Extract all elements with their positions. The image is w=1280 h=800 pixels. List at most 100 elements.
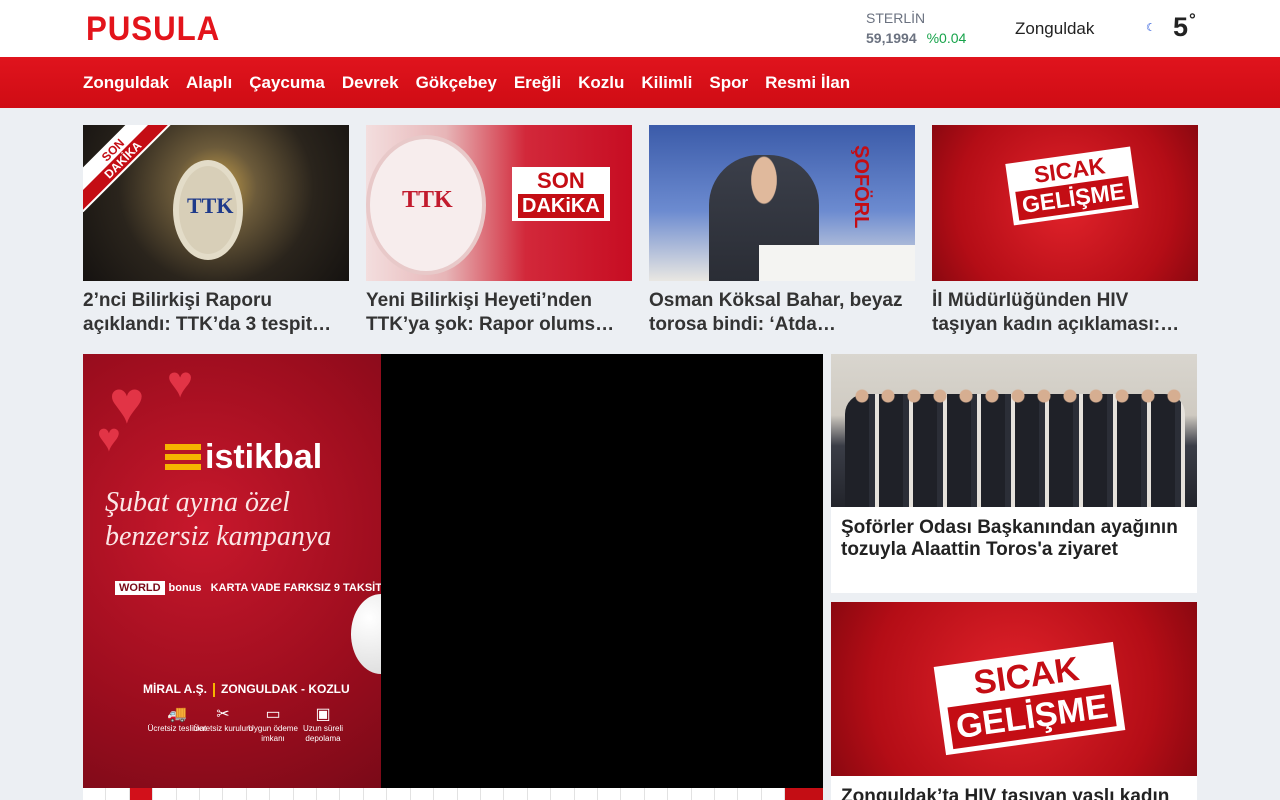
news-thumbnail[interactable]: SICAK GELİŞME [932, 125, 1198, 281]
badge-line-1: SON [537, 168, 585, 193]
storage-icon: ▣ [315, 706, 331, 723]
pager-dot[interactable] [411, 788, 435, 800]
pager-dot[interactable] [645, 788, 669, 800]
slogan-line-2: benzersiz kampanya [105, 521, 332, 552]
currency-change: %0.04 [926, 30, 967, 46]
pager-dot[interactable] [762, 788, 786, 800]
pager-dot[interactable] [575, 788, 598, 800]
nav-item-gokcebey[interactable]: Gökçebey [416, 73, 497, 93]
pager-next-button[interactable] [785, 788, 824, 800]
news-title[interactable]: 2’nci Bilirkişi Raporu açıklandı: TTK’da… [83, 289, 349, 337]
main-nav: Zonguldak Alaplı Çaycuma Devrek Gökçebey… [0, 57, 1280, 108]
pager-dot[interactable] [551, 788, 575, 800]
pager-dot[interactable] [692, 788, 715, 800]
group-photo [845, 394, 1185, 507]
nav-item-caycuma[interactable]: Çaycuma [249, 73, 325, 93]
nav-item-spor[interactable]: Spor [709, 73, 748, 93]
currency-value: 59,1994 [866, 30, 917, 46]
pager-dot[interactable] [223, 788, 247, 800]
side-story[interactable]: Şoförler Odası Başkanından ayağının tozu… [831, 354, 1197, 593]
slogan-line-1: Şubat ayına özel [105, 487, 291, 518]
pager-dot[interactable] [340, 788, 364, 800]
moon-icon: ☾ [1146, 22, 1156, 34]
currency-value-row: 59,1994 %0.04 [866, 30, 966, 46]
pager-dot-active[interactable] [129, 788, 154, 800]
top-news-cards: TTK SON DAKİKA 2’nci Bilirkişi Raporu aç… [83, 125, 1198, 337]
pager-dot[interactable] [481, 788, 505, 800]
pager-dot[interactable] [434, 788, 458, 800]
pager-dot[interactable] [270, 788, 294, 800]
badge-line-2: GELİŞME [1015, 176, 1132, 221]
pager-dot[interactable] [364, 788, 388, 800]
story-title[interactable]: Şoförler Odası Başkanından ayağının tozu… [831, 507, 1197, 561]
bonus-label: bonus [168, 582, 202, 594]
ad-company: MİRAL A.Ş. ZONGULDAK - KOZLU [143, 682, 350, 697]
pager-dot[interactable] [247, 788, 271, 800]
world-card-label: WORLD [115, 581, 165, 595]
nav-item-eregli[interactable]: Ereğli [514, 73, 561, 93]
promo-text: KARTA VADE FARKSIZ 9 TAKSİT [210, 582, 381, 594]
pager-dot[interactable] [83, 788, 107, 800]
nav-item-kozlu[interactable]: Kozlu [578, 73, 624, 93]
news-title[interactable]: Osman Köksal Bahar, beyaz torosa bindi: … [649, 289, 915, 337]
pager-dot[interactable] [387, 788, 411, 800]
company-name: MİRAL A.Ş. [143, 682, 208, 696]
video-player[interactable] [381, 354, 823, 788]
site-logo[interactable]: PUSULA [86, 10, 220, 48]
heart-icon: ♥ [167, 358, 194, 407]
sicak-gelisme-badge: SICAK GELİŞME [933, 641, 1126, 756]
ad-slogan: Şubat ayına özel benzersiz kampanya [105, 486, 331, 554]
sicak-gelisme-badge: SICAK GELİŞME [1005, 146, 1139, 226]
banner-text: ŞOFÖRL [850, 145, 872, 229]
pager-dot[interactable] [153, 788, 177, 800]
pager-dot[interactable] [528, 788, 552, 800]
company-location: ZONGULDAK - KOZLU [221, 682, 350, 696]
nav-item-resmi-ilan[interactable]: Resmi İlan [765, 73, 850, 93]
pager-dot[interactable] [738, 788, 762, 800]
story-image[interactable] [831, 354, 1197, 507]
news-card[interactable]: TTK SON DAKiKA Yeni Bilirkişi Heyeti’nde… [366, 125, 632, 337]
story-image[interactable]: SICAK GELİŞME [831, 602, 1197, 776]
pager-dot[interactable] [317, 788, 341, 800]
nav-item-alapli[interactable]: Alaplı [186, 73, 232, 93]
slider-pagination [83, 788, 824, 800]
pager-dot[interactable] [715, 788, 739, 800]
pager-dot[interactable] [598, 788, 622, 800]
group-photo-faces [849, 388, 1185, 404]
currency-name: STERLİN [866, 10, 926, 26]
news-card[interactable]: SICAK GELİŞME İl Müdürlüğünden HIV taşıy… [932, 125, 1198, 337]
news-card[interactable]: ŞOFÖRL Osman Köksal Bahar, beyaz torosa … [649, 125, 915, 337]
weather-temperature: 5 [1173, 12, 1189, 42]
pager-dot[interactable] [294, 788, 318, 800]
news-title[interactable]: İl Müdürlüğünden HIV taşıyan kadın açıkl… [932, 289, 1198, 337]
weather-city[interactable]: Zonguldak [1015, 19, 1094, 39]
heart-icon: ♥ [97, 416, 121, 460]
son-dakika-badge: SON DAKiKA [512, 167, 610, 221]
news-card[interactable]: TTK SON DAKİKA 2’nci Bilirkişi Raporu aç… [83, 125, 349, 337]
badge-line-2: DAKiKA [518, 194, 604, 218]
pager-dot[interactable] [668, 788, 692, 800]
currency-widget: STERLİN 59,1994 %0.04 [866, 10, 966, 46]
ad-decoration [351, 594, 381, 674]
news-title[interactable]: Yeni Bilirkişi Heyeti’nden TTK’ya şok: R… [366, 289, 632, 337]
advertisement-banner[interactable]: ♥ ♥ ♥ istikbal Şubat ayına özel benzersi… [83, 354, 381, 788]
story-title[interactable]: Zonguldak’ta HIV taşıyan yaşlı kadın [831, 776, 1197, 800]
pager-dot[interactable] [177, 788, 201, 800]
ribbon-line-2: DAKİKA [83, 125, 174, 211]
ad-promo: WORLD bonus KARTA VADE FARKSIZ 9 TAKSİT [115, 581, 381, 595]
seal-text: TTK [402, 187, 453, 213]
pager-dot[interactable] [106, 788, 130, 800]
ad-brand: istikbal [205, 438, 323, 476]
news-thumbnail[interactable]: TTK SON DAKiKA [366, 125, 632, 281]
top-bar: PUSULA STERLİN 59,1994 %0.04 Zonguldak ☾ … [0, 0, 1280, 57]
nav-item-kilimli[interactable]: Kilimli [641, 73, 692, 93]
news-thumbnail[interactable]: TTK SON DAKİKA [83, 125, 349, 281]
side-story[interactable]: SICAK GELİŞME Zonguldak’ta HIV taşıyan y… [831, 602, 1197, 800]
nav-item-devrek[interactable]: Devrek [342, 73, 399, 93]
news-thumbnail[interactable]: ŞOFÖRL [649, 125, 915, 281]
pager-dot[interactable] [504, 788, 528, 800]
pager-dot[interactable] [621, 788, 645, 800]
pager-dot[interactable] [200, 788, 224, 800]
pager-dot[interactable] [458, 788, 481, 800]
nav-item-zonguldak[interactable]: Zonguldak [83, 73, 169, 93]
